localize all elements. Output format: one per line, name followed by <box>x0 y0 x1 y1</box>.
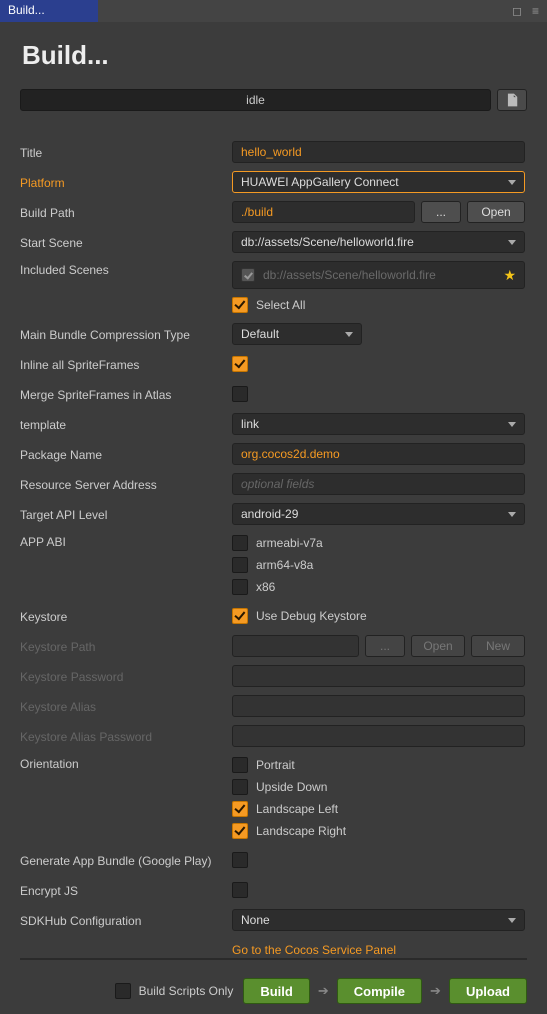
main-bundle-select[interactable]: Default <box>232 323 362 345</box>
title-input[interactable] <box>232 141 525 163</box>
label-app-abi: APP ABI <box>20 533 232 549</box>
arrow-icon: ➔ <box>316 983 331 999</box>
arrow-icon: ➔ <box>428 983 443 999</box>
included-scene-box: db://assets/Scene/helloworld.fire ★ <box>232 261 525 289</box>
label-keystore: Keystore <box>20 608 232 624</box>
label-gen-app-bundle: Generate App Bundle (Google Play) <box>20 852 232 868</box>
orient-portrait-label: Portrait <box>256 758 295 772</box>
titlebar: Build... ◻ ≡ <box>0 0 547 22</box>
label-encrypt-js: Encrypt JS <box>20 882 232 898</box>
popout-icon[interactable]: ◻ <box>512 4 522 18</box>
abi-armeabi-label: armeabi-v7a <box>256 536 323 550</box>
build-scripts-only-checkbox[interactable] <box>115 983 131 999</box>
open-path-button[interactable]: Open <box>467 201 525 223</box>
chevron-down-icon <box>508 240 516 245</box>
label-inline-sf: Inline all SpriteFrames <box>20 356 232 372</box>
label-package-name: Package Name <box>20 446 232 462</box>
inline-sf-checkbox[interactable] <box>232 356 248 372</box>
window-tab[interactable]: Build... <box>0 0 98 22</box>
label-keystore-alias: Keystore Alias <box>20 698 232 714</box>
use-debug-keystore-checkbox[interactable] <box>232 608 248 624</box>
select-all-checkbox[interactable] <box>232 297 248 313</box>
label-template: template <box>20 416 232 432</box>
orient-portrait-checkbox[interactable] <box>232 757 248 773</box>
orient-upside-label: Upside Down <box>256 780 327 794</box>
chevron-down-icon <box>508 512 516 517</box>
build-form: Title Platform HUAWEI AppGallery Connect… <box>20 141 527 954</box>
keystore-path-input <box>232 635 359 657</box>
abi-arm64-label: arm64-v8a <box>256 558 313 572</box>
package-name-input[interactable] <box>232 443 525 465</box>
orient-landleft-label: Landscape Left <box>256 802 338 816</box>
label-main-bundle: Main Bundle Compression Type <box>20 326 232 342</box>
star-icon[interactable]: ★ <box>503 267 516 284</box>
start-scene-select[interactable]: db://assets/Scene/helloworld.fire <box>232 231 525 253</box>
template-select[interactable]: link <box>232 413 525 435</box>
titlebar-icons: ◻ ≡ <box>512 0 547 22</box>
chevron-down-icon <box>508 180 516 185</box>
cocos-service-link[interactable]: Go to the Cocos Service Panel <box>232 943 396 954</box>
label-orientation: Orientation <box>20 755 232 771</box>
start-scene-value: db://assets/Scene/helloworld.fire <box>241 235 414 249</box>
label-merge-sf: Merge SpriteFrames in Atlas <box>20 386 232 402</box>
abi-armeabi-checkbox[interactable] <box>232 535 248 551</box>
platform-select[interactable]: HUAWEI AppGallery Connect <box>232 171 525 193</box>
target-api-value: android-29 <box>241 507 298 521</box>
build-path-input[interactable] <box>232 201 415 223</box>
page-title: Build... <box>22 40 527 71</box>
abi-x86-checkbox[interactable] <box>232 579 248 595</box>
chevron-down-icon <box>508 422 516 427</box>
encrypt-js-checkbox[interactable] <box>232 882 248 898</box>
target-api-select[interactable]: android-29 <box>232 503 525 525</box>
scene-path: db://assets/Scene/helloworld.fire <box>263 268 516 282</box>
keystore-alias-input <box>232 695 525 717</box>
use-debug-keystore-label: Use Debug Keystore <box>256 609 367 623</box>
label-title: Title <box>20 144 232 160</box>
label-target-api: Target API Level <box>20 506 232 522</box>
keystore-alias-password-input <box>232 725 525 747</box>
chevron-down-icon <box>345 332 353 337</box>
merge-sf-checkbox[interactable] <box>232 386 248 402</box>
abi-x86-label: x86 <box>256 580 275 594</box>
menu-icon[interactable]: ≡ <box>532 4 539 18</box>
label-resource-server: Resource Server Address <box>20 476 232 492</box>
build-scripts-only-label: Build Scripts Only <box>139 984 234 998</box>
log-button[interactable] <box>497 89 527 111</box>
label-keystore-password: Keystore Password <box>20 668 232 684</box>
label-keystore-alias-password: Keystore Alias Password <box>20 728 232 744</box>
label-sdkhub: SDKHub Configuration <box>20 912 232 928</box>
keystore-browse-button: ... <box>365 635 405 657</box>
document-icon <box>505 93 519 107</box>
keystore-open-button: Open <box>411 635 465 657</box>
sdkhub-select[interactable]: None <box>232 909 525 931</box>
window-tab-label: Build... <box>8 3 45 17</box>
platform-value: HUAWEI AppGallery Connect <box>241 175 399 189</box>
gen-app-bundle-checkbox[interactable] <box>232 852 248 868</box>
chevron-down-icon <box>508 918 516 923</box>
resource-server-input[interactable] <box>232 473 525 495</box>
browse-button[interactable]: ... <box>421 201 461 223</box>
label-build-path: Build Path <box>20 204 232 220</box>
keystore-password-input <box>232 665 525 687</box>
sdkhub-value: None <box>241 913 270 927</box>
template-value: link <box>241 417 259 431</box>
scene-checkbox[interactable] <box>241 268 255 282</box>
orient-upside-checkbox[interactable] <box>232 779 248 795</box>
compile-button[interactable]: Compile <box>337 978 422 1004</box>
main-bundle-value: Default <box>241 327 279 341</box>
footer: Build Scripts Only Build ➔ Compile ➔ Upl… <box>20 958 527 1004</box>
label-keystore-path: Keystore Path <box>20 638 232 654</box>
orient-landleft-checkbox[interactable] <box>232 801 248 817</box>
upload-button[interactable]: Upload <box>449 978 527 1004</box>
orient-landright-checkbox[interactable] <box>232 823 248 839</box>
status-bar: idle <box>20 89 491 111</box>
select-all-label: Select All <box>256 298 305 312</box>
build-button[interactable]: Build <box>243 978 310 1004</box>
label-included-scenes: Included Scenes <box>20 261 232 277</box>
keystore-new-button: New <box>471 635 525 657</box>
abi-arm64-checkbox[interactable] <box>232 557 248 573</box>
label-platform: Platform <box>20 174 232 190</box>
label-start-scene: Start Scene <box>20 234 232 250</box>
orient-landright-label: Landscape Right <box>256 824 346 838</box>
